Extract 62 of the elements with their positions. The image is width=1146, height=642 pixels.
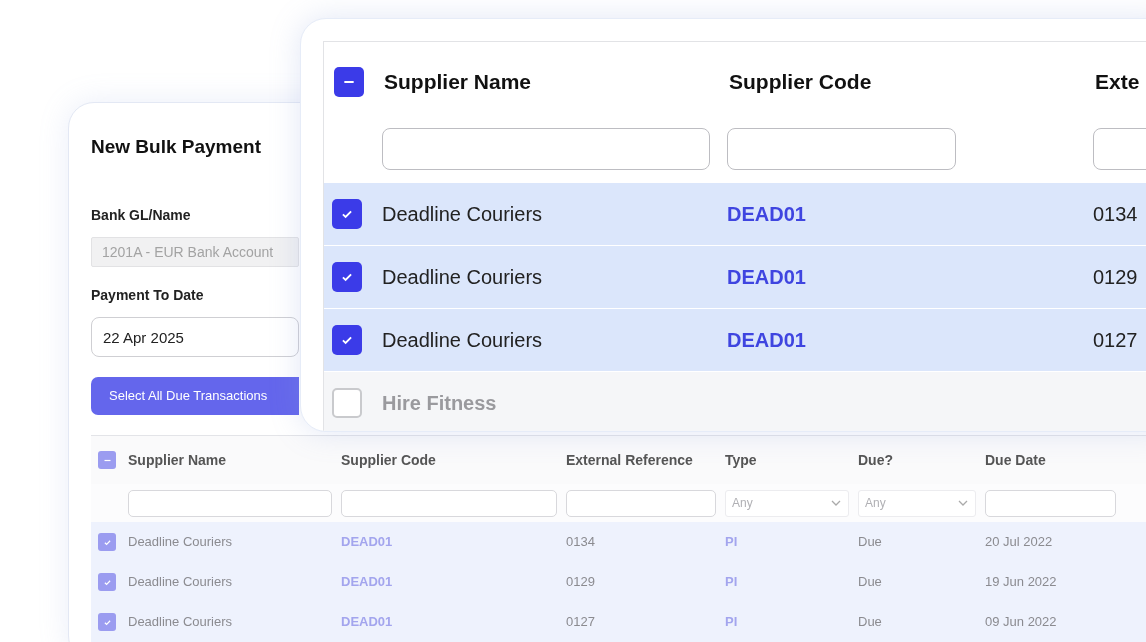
input-field[interactable]: 22 Apr 2025 (91, 317, 299, 357)
table-cell-text: Hire Fitness (382, 391, 498, 416)
filter-select[interactable]: Any (725, 489, 849, 517)
table-cell-text: DEAD01 (727, 328, 807, 353)
table-cell-text: DEAD01 (341, 613, 394, 632)
table-cell-text: Deadline Couriers (128, 573, 234, 592)
filter-select[interactable]: Any (858, 489, 976, 517)
filter-field[interactable] (985, 489, 1116, 517)
column-header: External Reference (566, 450, 694, 470)
checkbox[interactable] (98, 451, 116, 469)
filter-field[interactable] (128, 489, 332, 517)
check-icon (102, 617, 112, 627)
table-cell-text: Due (858, 573, 883, 592)
table-cell-text: DEAD01 (727, 202, 807, 227)
filter-field[interactable] (382, 128, 710, 170)
check-icon (102, 577, 112, 587)
table-cell-text: PI (725, 613, 739, 632)
field-label: Bank GL/Name (91, 206, 191, 225)
checkbox[interactable] (332, 325, 362, 355)
column-header: Supplier Name (384, 69, 533, 96)
filter-field[interactable] (341, 489, 557, 517)
checkbox[interactable] (98, 573, 116, 591)
column-header: Exte (1095, 69, 1141, 96)
filter-field[interactable] (566, 489, 716, 517)
checkbox[interactable] (98, 533, 116, 551)
table-cell-text: Deadline Couriers (382, 328, 544, 353)
table-cell-text: 20 Jul 2022 (985, 533, 1054, 552)
checkbox[interactable] (332, 388, 362, 418)
column-header: Supplier Name (128, 450, 228, 470)
table-cell-text: Deadline Couriers (382, 265, 544, 290)
table-cell-text: PI (725, 533, 739, 552)
table-cell-text: 0129 (1093, 265, 1139, 290)
table-cell-text: 19 Jun 2022 (985, 573, 1058, 592)
table-cell-text: 0127 (566, 613, 596, 632)
checkbox[interactable] (332, 199, 362, 229)
table-cell-text: DEAD01 (341, 533, 394, 552)
column-header: Supplier Code (729, 69, 873, 96)
table-cell-text: PI (725, 573, 739, 592)
table-cell-text: 0134 (566, 533, 596, 552)
table-cell-text: Due (858, 613, 883, 632)
table-cell-text: 0129 (566, 573, 596, 592)
column-header: Supplier Code (341, 450, 437, 470)
form-title: New Bulk Payment (91, 135, 261, 159)
select-due-button[interactable]: Select All Due Transactions (91, 377, 299, 415)
table-cell-text: 0134 (1093, 202, 1139, 227)
column-header: Due Date (985, 450, 1047, 470)
table-cell-text: Deadline Couriers (128, 613, 234, 632)
check-icon (102, 537, 112, 547)
field-label: Payment To Date (91, 286, 204, 305)
table-cell-text: Deadline Couriers (382, 202, 544, 227)
checkbox[interactable] (98, 613, 116, 631)
table-cell-text: Due (858, 533, 883, 552)
checkbox[interactable] (334, 67, 364, 97)
table-cell-text: 0127 (1093, 328, 1139, 353)
column-header: Due? (858, 450, 894, 470)
column-header: Type (725, 450, 758, 470)
table-cell-text: DEAD01 (341, 573, 394, 592)
checkbox[interactable] (332, 262, 362, 292)
table-cell-text: DEAD01 (727, 265, 807, 290)
table-cell-text: Deadline Couriers (128, 533, 234, 552)
filter-field[interactable] (727, 128, 956, 170)
table-cell-text: 09 Jun 2022 (985, 613, 1058, 632)
